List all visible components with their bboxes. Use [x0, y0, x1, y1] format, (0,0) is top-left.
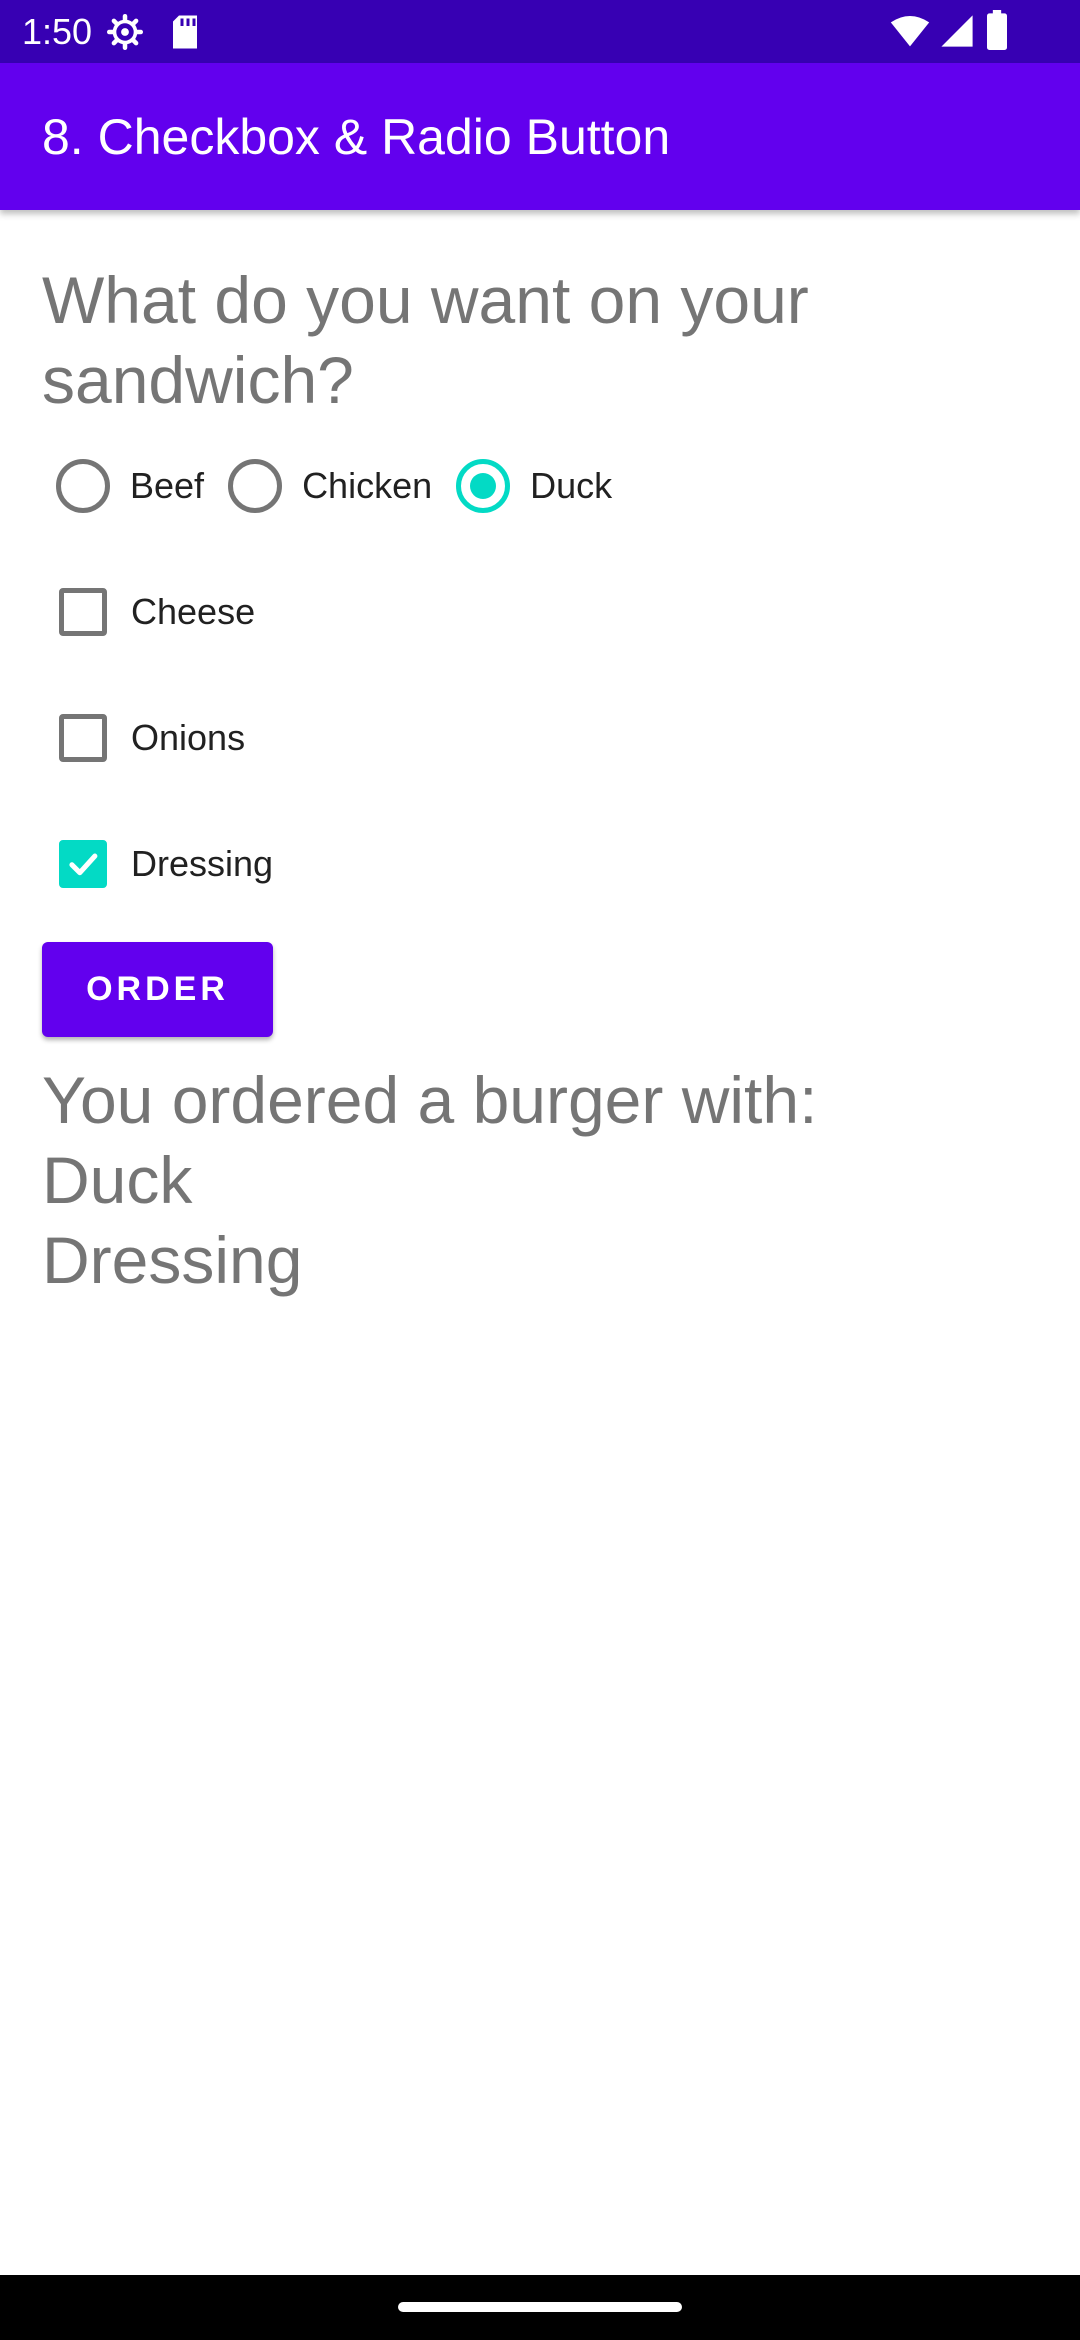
radio-duck-label: Duck: [530, 465, 613, 506]
wifi-icon: [890, 16, 930, 47]
meat-radio-group: Beef Chicken Duck: [42, 440, 622, 532]
checkbox-onions-label: Onions: [131, 717, 246, 758]
radio-unchecked-icon: [228, 459, 283, 513]
checkbox-dressing[interactable]: Dressing: [42, 814, 273, 914]
radio-checked-icon: [456, 459, 511, 513]
radio-duck[interactable]: Duck: [442, 440, 612, 532]
checkbox-checked-icon: [59, 840, 107, 888]
checkbox-cheese-label: Cheese: [131, 591, 256, 632]
result-line-topping: Dressing: [42, 1223, 303, 1297]
order-button[interactable]: ORDER: [42, 942, 273, 1037]
checkbox-onions[interactable]: Onions: [42, 688, 245, 788]
navigation-bar: [0, 2275, 1080, 2340]
settings-gear-icon: [107, 14, 143, 50]
checkbox-unchecked-icon: [59, 588, 107, 636]
result-line-meat: Duck: [42, 1143, 193, 1217]
checkbox-unchecked-icon: [59, 714, 107, 762]
radio-unchecked-icon: [56, 459, 110, 513]
home-gesture-handle[interactable]: [398, 2302, 682, 2312]
app-bar: 8. Checkbox & Radio Button: [0, 63, 1080, 210]
radio-chicken[interactable]: Chicken: [214, 440, 432, 532]
checkbox-dressing-label: Dressing: [131, 843, 274, 884]
status-bar: 1:50: [0, 0, 1080, 63]
cellular-signal-icon: [941, 15, 973, 47]
radio-chicken-label: Chicken: [302, 465, 433, 506]
checkbox-cheese[interactable]: Cheese: [42, 562, 255, 662]
result-line-heading: You ordered a burger with:: [42, 1063, 818, 1137]
radio-beef-label: Beef: [130, 465, 205, 506]
order-result: You ordered a burger with: Duck Dressing: [42, 1060, 1022, 1300]
sandwich-question: What do you want on your sandwich?: [42, 263, 809, 417]
sd-card-icon: [173, 15, 197, 49]
battery-icon: [987, 10, 1007, 50]
radio-beef[interactable]: Beef: [42, 440, 204, 532]
app-title: 8. Checkbox & Radio Button: [42, 109, 671, 165]
status-time: 1:50: [22, 11, 93, 52]
